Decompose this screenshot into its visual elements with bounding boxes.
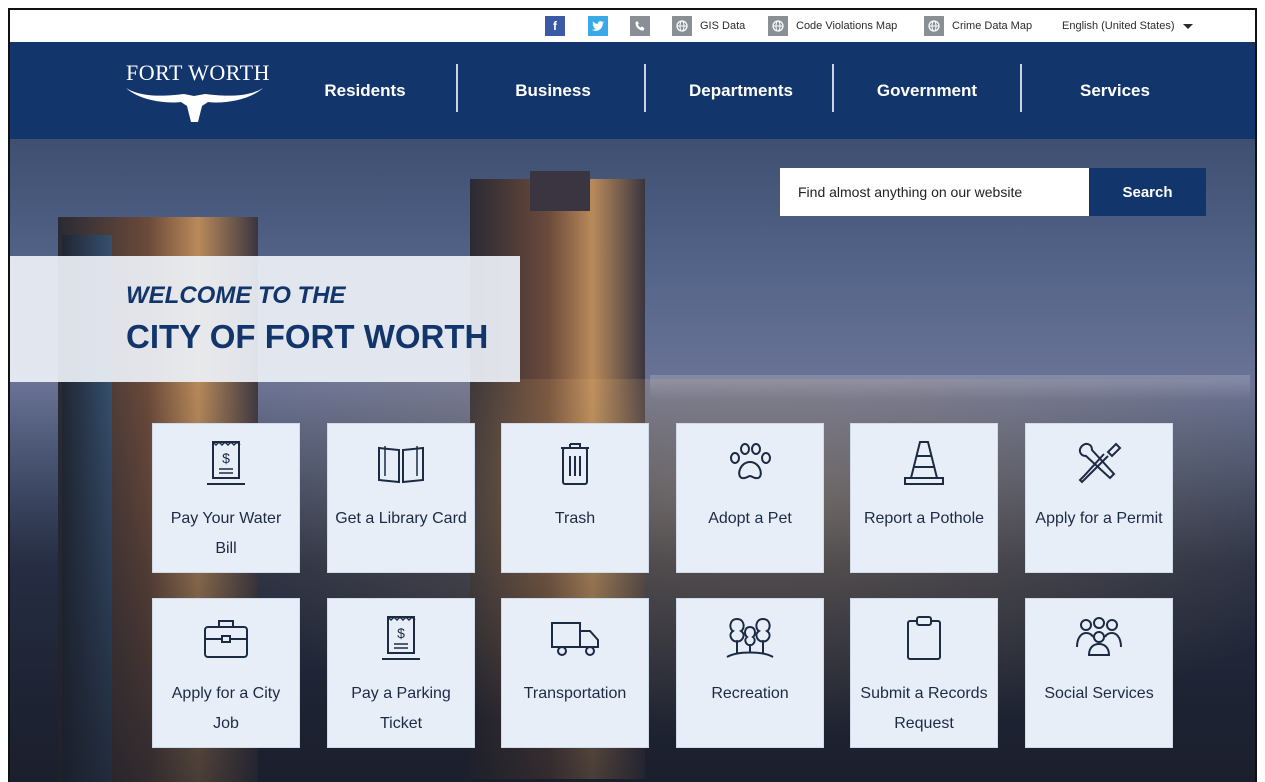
briefcase-icon — [153, 613, 299, 665]
tile-label: Pay a Parking Ticket — [351, 685, 451, 732]
crime-data-map-link[interactable]: Crime Data Map — [924, 16, 1032, 36]
nav-divider — [456, 64, 458, 112]
language-label: English (United States) — [1062, 20, 1175, 32]
welcome-banner: WELCOME TO THE CITY OF FORT WORTH — [10, 256, 520, 382]
facebook-icon: f — [545, 16, 565, 36]
truck-icon — [502, 613, 648, 665]
facebook-link[interactable]: f — [545, 16, 565, 36]
tile-transportation[interactable]: Transportation — [501, 598, 649, 748]
tile-label: Pay Your Water Bill — [170, 510, 282, 557]
tile-label: Apply for a City Job — [171, 685, 281, 732]
phone-icon — [630, 16, 650, 36]
site-search: Search — [780, 168, 1206, 216]
receipt-dollar-icon: $ — [328, 613, 474, 665]
wrench-screwdriver-icon — [1026, 438, 1172, 490]
crime-data-map-label: Crime Data Map — [952, 20, 1033, 32]
nav-business[interactable]: Business — [498, 42, 608, 139]
globe-icon — [924, 16, 944, 36]
tile-pay-a-parking-ticket[interactable]: $ Pay a Parking Ticket — [327, 598, 475, 748]
tile-get-library-card[interactable]: Get a Library Card — [327, 423, 475, 573]
tile-label: Get a Library Card — [335, 510, 467, 527]
nav-services[interactable]: Services — [1060, 42, 1170, 139]
tile-label: Recreation — [711, 685, 789, 702]
search-button[interactable]: Search — [1089, 168, 1206, 216]
tile-recreation[interactable]: Recreation — [676, 598, 824, 748]
tile-label: Transportation — [523, 685, 627, 702]
nav-residents[interactable]: Residents — [310, 42, 420, 139]
tile-social-services[interactable]: Social Services — [1025, 598, 1173, 748]
nav-government[interactable]: Government — [862, 42, 992, 139]
svg-text:$: $ — [222, 450, 230, 466]
svg-text:$: $ — [397, 625, 405, 641]
browser-page: f GIS Data Code Violations Map Crime Dat… — [8, 8, 1257, 782]
tile-submit-records-request[interactable]: Submit a Records Request — [850, 598, 998, 748]
tile-label: Apply for a Permit — [1035, 510, 1163, 527]
phone-link[interactable] — [630, 16, 650, 36]
chevron-down-icon — [1182, 23, 1193, 29]
trash-can-icon — [502, 438, 648, 490]
traffic-cone-icon — [851, 438, 997, 490]
nav-divider — [832, 64, 834, 112]
welcome-subtitle: WELCOME TO THE — [126, 282, 346, 309]
tile-pay-water-bill[interactable]: $ Pay Your Water Bill — [152, 423, 300, 573]
hero-section: Search WELCOME TO THE CITY OF FORT WORTH… — [10, 139, 1255, 782]
tile-label: Report a Pothole — [863, 510, 985, 527]
tile-apply-for-a-permit[interactable]: Apply for a Permit — [1025, 423, 1173, 573]
globe-icon — [768, 16, 788, 36]
twitter-icon — [588, 16, 608, 36]
code-violations-map-link[interactable]: Code Violations Map — [768, 16, 897, 36]
nav-divider — [1020, 64, 1022, 112]
tile-label: Social Services — [1044, 685, 1154, 702]
logo-text: FORT WORTH — [126, 60, 270, 85]
people-group-icon — [1026, 613, 1172, 665]
twitter-link[interactable] — [588, 16, 608, 36]
tile-apply-for-a-city-job[interactable]: Apply for a City Job — [152, 598, 300, 748]
tile-trash[interactable]: Trash — [501, 423, 649, 573]
tile-adopt-a-pet[interactable]: Adopt a Pet — [676, 423, 824, 573]
code-violations-map-label: Code Violations Map — [796, 20, 898, 32]
welcome-title: CITY OF FORT WORTH — [126, 318, 489, 355]
tile-label: Trash — [554, 510, 596, 527]
tile-label: Adopt a Pet — [708, 510, 792, 527]
clipboard-icon — [851, 613, 997, 665]
receipt-dollar-icon: $ — [153, 438, 299, 490]
tile-report-a-pothole[interactable]: Report a Pothole — [850, 423, 998, 573]
main-nav: FORT WORTH Residents Business Department… — [10, 42, 1255, 139]
utility-bar: f GIS Data Code Violations Map Crime Dat… — [10, 10, 1255, 42]
search-input[interactable] — [780, 168, 1089, 216]
longhorn-icon — [126, 88, 263, 122]
open-book-icon — [328, 438, 474, 490]
language-selector[interactable]: English (United States) — [1062, 16, 1193, 36]
gis-data-link[interactable]: GIS Data — [672, 16, 745, 36]
globe-icon — [672, 16, 692, 36]
skyline-tower — [530, 171, 590, 211]
trees-icon — [677, 613, 823, 665]
fort-worth-logo[interactable]: FORT WORTH — [122, 56, 272, 126]
paw-print-icon — [677, 438, 823, 490]
tile-label: Submit a Records Request — [860, 685, 988, 732]
gis-data-label: GIS Data — [700, 20, 746, 32]
nav-divider — [644, 64, 646, 112]
nav-departments[interactable]: Departments — [676, 42, 806, 139]
